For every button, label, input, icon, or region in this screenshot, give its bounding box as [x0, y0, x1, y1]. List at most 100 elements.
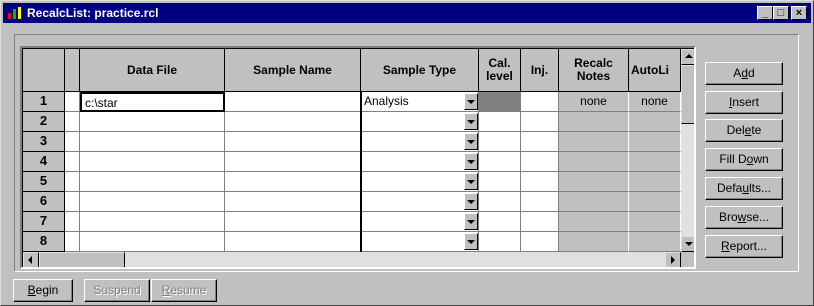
cell-cal-level[interactable]: [479, 172, 521, 192]
column-header-cal-level[interactable]: Cal. level: [479, 49, 521, 92]
cell-recalc-notes[interactable]: [559, 112, 629, 132]
cell-cal-level[interactable]: [479, 132, 521, 152]
cell-sample-name[interactable]: [225, 172, 361, 192]
cell-autolink[interactable]: [629, 112, 681, 132]
cell-cal-level[interactable]: [479, 152, 521, 172]
horizontal-scrollbar[interactable]: [23, 252, 681, 267]
cell-recalc-notes[interactable]: [559, 152, 629, 172]
title-bar[interactable]: RecalcList: practice.rcl _ □ ×: [3, 3, 811, 23]
column-header-inj[interactable]: Inj.: [521, 49, 559, 92]
cell-cal-level[interactable]: [479, 92, 521, 112]
row-header[interactable]: 8: [23, 232, 65, 252]
horizontal-scroll-thumb[interactable]: [39, 252, 125, 267]
row-header[interactable]: 7: [23, 212, 65, 232]
cell-autolink[interactable]: [629, 192, 681, 212]
sample-type-dropdown-icon[interactable]: [464, 193, 478, 210]
fill-down-button[interactable]: Fill Down: [705, 148, 783, 171]
sample-type-dropdown-icon[interactable]: [464, 153, 478, 170]
cell-sample-type[interactable]: [361, 172, 479, 192]
maximize-button[interactable]: □: [773, 6, 789, 20]
column-header-recalc-notes[interactable]: Recalc Notes: [559, 49, 629, 92]
cell-recalc-notes[interactable]: [559, 172, 629, 192]
row-header[interactable]: 1: [23, 92, 65, 112]
sample-type-dropdown-icon[interactable]: [464, 173, 478, 190]
cell-sample-name[interactable]: [225, 212, 361, 232]
cell-inj[interactable]: [521, 132, 559, 152]
cell-sample-type[interactable]: [361, 112, 479, 132]
row-header[interactable]: 3: [23, 132, 65, 152]
sample-type-dropdown-icon[interactable]: [464, 233, 478, 250]
minimize-button[interactable]: _: [757, 6, 773, 20]
cell-data-file[interactable]: [80, 192, 225, 212]
cell-data-file[interactable]: [80, 132, 225, 152]
cell-cal-level[interactable]: [479, 232, 521, 252]
cell-inj[interactable]: [521, 212, 559, 232]
cell-sample-name[interactable]: [225, 232, 361, 252]
report-button[interactable]: Report...: [705, 235, 783, 258]
row-header[interactable]: 4: [23, 152, 65, 172]
cell-cal-level[interactable]: [479, 192, 521, 212]
cell-data-file[interactable]: c:\star: [80, 92, 225, 112]
row-header[interactable]: 2: [23, 112, 65, 132]
sample-type-dropdown-icon[interactable]: [464, 113, 478, 130]
cell-sample-type[interactable]: [361, 152, 479, 172]
cell-inj[interactable]: [521, 232, 559, 252]
cell-inj[interactable]: [521, 172, 559, 192]
cell-data-file[interactable]: [80, 152, 225, 172]
vertical-scrollbar[interactable]: [681, 49, 694, 252]
column-header-data-file[interactable]: Data File: [80, 49, 225, 92]
begin-button[interactable]: Begin: [13, 279, 73, 302]
scroll-left-icon[interactable]: [23, 252, 39, 267]
cell-cal-level[interactable]: [479, 212, 521, 232]
vertical-scroll-thumb[interactable]: [681, 65, 694, 124]
column-header-autolink[interactable]: AutoLi: [629, 49, 681, 92]
cell-autolink[interactable]: [629, 212, 681, 232]
cell-autolink[interactable]: [629, 152, 681, 172]
sample-type-dropdown-icon[interactable]: [464, 133, 478, 150]
cell-data-file[interactable]: [80, 212, 225, 232]
row-header[interactable]: 5: [23, 172, 65, 192]
cell-sample-type[interactable]: [361, 192, 479, 212]
cell-recalc-notes[interactable]: none: [559, 92, 629, 112]
add-button[interactable]: Add: [705, 62, 783, 85]
cell-autolink[interactable]: [629, 132, 681, 152]
cell-sample-name[interactable]: [225, 132, 361, 152]
suspend-button[interactable]: Suspend: [84, 279, 150, 302]
scroll-down-icon[interactable]: [681, 236, 694, 252]
cell-inj[interactable]: [521, 92, 559, 112]
grid-corner-header[interactable]: [23, 49, 65, 92]
sample-type-dropdown-icon[interactable]: [464, 93, 478, 110]
cell-data-file[interactable]: [80, 172, 225, 192]
cell-recalc-notes[interactable]: [559, 232, 629, 252]
cell-recalc-notes[interactable]: [559, 132, 629, 152]
cell-sample-name[interactable]: [225, 112, 361, 132]
recalc-grid[interactable]: Data File Sample Name Sample Type Cal. l…: [20, 46, 696, 269]
column-header-sample-type[interactable]: Sample Type: [361, 49, 479, 92]
cell-sample-name[interactable]: [225, 192, 361, 212]
close-button[interactable]: ×: [791, 6, 807, 20]
cell-sample-type[interactable]: [361, 212, 479, 232]
browse-button[interactable]: Browse...: [705, 206, 783, 229]
cell-recalc-notes[interactable]: [559, 212, 629, 232]
cell-data-file[interactable]: [80, 232, 225, 252]
row-header[interactable]: 6: [23, 192, 65, 212]
cell-autolink[interactable]: [629, 172, 681, 192]
delete-button[interactable]: Delete: [705, 119, 783, 142]
defaults-button[interactable]: Defaults...: [705, 177, 783, 200]
sample-type-dropdown-icon[interactable]: [464, 213, 478, 230]
cell-data-file[interactable]: [80, 112, 225, 132]
cell-sample-type[interactable]: [361, 232, 479, 252]
scroll-up-icon[interactable]: [681, 49, 694, 65]
cell-inj[interactable]: [521, 192, 559, 212]
insert-button[interactable]: Insert: [705, 91, 783, 114]
cell-inj[interactable]: [521, 112, 559, 132]
cell-autolink[interactable]: none: [629, 92, 681, 112]
cell-sample-type[interactable]: Analysis: [361, 92, 479, 112]
scroll-right-icon[interactable]: [665, 252, 681, 267]
cell-sample-type[interactable]: [361, 132, 479, 152]
cell-sample-name[interactable]: [225, 152, 361, 172]
cell-autolink[interactable]: [629, 232, 681, 252]
cell-recalc-notes[interactable]: [559, 192, 629, 212]
column-header-sample-name[interactable]: Sample Name: [225, 49, 361, 92]
cell-sample-name[interactable]: [225, 92, 361, 112]
